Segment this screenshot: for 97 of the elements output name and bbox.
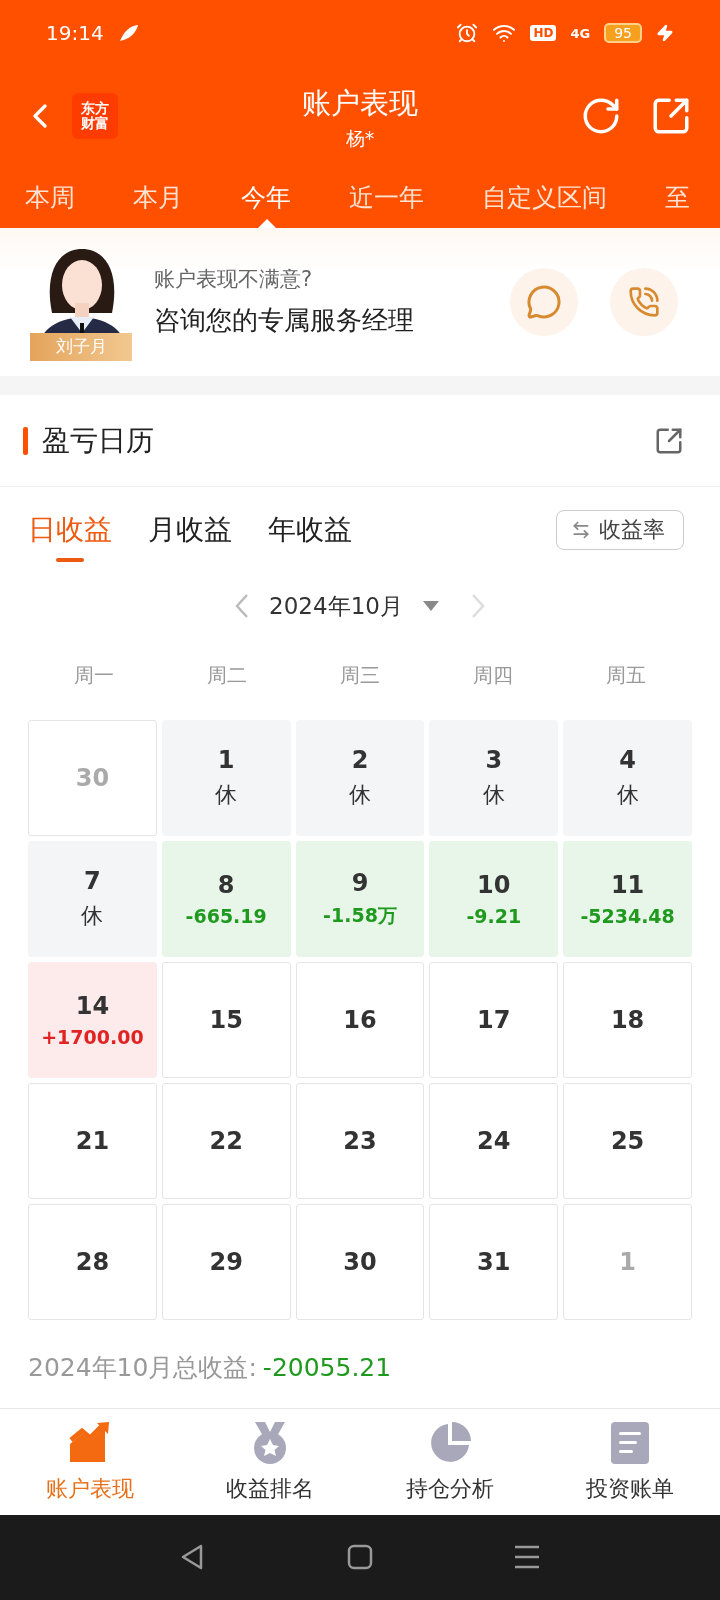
calendar-day[interactable]: 11 -5234.48 (563, 841, 692, 958)
calendar-day[interactable]: 25 (563, 1083, 692, 1200)
day-number: 17 (477, 1006, 511, 1035)
calendar-day[interactable]: 24 (429, 1083, 559, 1200)
calendar-day[interactable]: 17 (429, 962, 559, 1079)
status-time: 19:14 (46, 21, 104, 45)
calendar-day[interactable]: 2 休 (295, 720, 425, 837)
day-number: 31 (477, 1248, 511, 1277)
calendar-day[interactable]: 14 +1700.00 (28, 962, 157, 1079)
profit-tab[interactable]: 年收益 (268, 487, 352, 573)
card-title: 盈亏日历 (42, 422, 155, 459)
app-logo: 东方 财富 (72, 93, 118, 139)
chevron-left-icon (235, 593, 250, 620)
calendar-day[interactable]: 7 休 (28, 841, 157, 958)
summary-value: -20055.21 (262, 1353, 392, 1383)
day-number: 24 (477, 1127, 511, 1156)
rate-toggle-button[interactable]: 收益率 (556, 509, 684, 550)
day-number: 2 (351, 746, 369, 775)
calendar-day[interactable]: 10 -9.21 (429, 841, 559, 958)
network-indicator: 4G (570, 25, 591, 41)
calendar-day[interactable]: 30 (295, 1204, 425, 1321)
daily-profit: -1.58万 (323, 903, 397, 929)
weekday-label: 周一 (73, 661, 116, 689)
nav-tab[interactable]: 持仓分析 (360, 1408, 540, 1515)
day-number: 18 (610, 1006, 645, 1035)
holiday-label: 休 (482, 781, 505, 810)
share-button[interactable] (654, 425, 684, 456)
profit-tab[interactable]: 月收益 (148, 487, 232, 573)
alarm-icon (456, 22, 479, 44)
day-number: 30 (343, 1248, 377, 1277)
calendar-day[interactable]: 15 (161, 962, 291, 1079)
calendar-day[interactable]: 4 休 (563, 720, 692, 837)
calendar-day[interactable]: 3 休 (429, 720, 559, 837)
daily-profit: -665.19 (185, 905, 267, 928)
calendar-day[interactable]: 23 (295, 1083, 425, 1200)
day-number: 16 (343, 1006, 377, 1035)
day-number: 14 (75, 992, 110, 1021)
weekday-label: 周四 (471, 661, 514, 689)
page-title: 账户表现 (302, 85, 418, 122)
chat-bubble-icon (526, 283, 562, 320)
home-icon[interactable] (347, 1544, 373, 1571)
phone-icon (628, 285, 660, 318)
calendar-day[interactable]: 8 -665.19 (161, 841, 291, 958)
daily-profit: -9.21 (466, 905, 522, 928)
day-number: 29 (209, 1248, 243, 1277)
weekday-label: 周二 (206, 661, 249, 689)
day-number: 28 (75, 1248, 110, 1277)
calendar-day[interactable]: 18 (563, 962, 692, 1079)
advisor-name: 刘子月 (30, 332, 132, 361)
daily-profit: -5234.48 (580, 905, 675, 928)
nav-tab[interactable]: 投资账单 (540, 1408, 720, 1515)
day-number: 11 (610, 871, 645, 900)
swap-arrows-icon (571, 519, 591, 540)
calendar-day[interactable]: 28 (28, 1204, 157, 1321)
nav-tab[interactable]: 收益排名 (180, 1408, 360, 1515)
battery-level: 95 (604, 23, 642, 43)
calendar-day[interactable]: 22 (161, 1083, 291, 1200)
weekday-label: 周三 (339, 661, 381, 689)
weekday-label: 周五 (604, 661, 647, 689)
accent-bar (23, 426, 28, 455)
calendar-day[interactable]: 9 -1.58万 (295, 841, 425, 958)
summary-label: 2024年10月总收益: (28, 1352, 257, 1385)
previous-month-button[interactable] (235, 593, 250, 620)
day-number: 3 (485, 746, 503, 775)
holiday-label: 休 (349, 781, 371, 810)
calendar-day[interactable]: 29 (161, 1204, 291, 1321)
hd-indicator: HD (530, 25, 557, 41)
day-number: 9 (351, 869, 369, 898)
calendar-day[interactable]: 1 休 (161, 720, 291, 837)
month-label: 2024年10月 (269, 591, 403, 621)
holiday-label: 休 (81, 902, 104, 931)
menu-icon[interactable] (513, 1544, 541, 1571)
calendar-day[interactable]: 21 (28, 1083, 157, 1200)
holiday-label: 休 (616, 781, 639, 810)
day-number: 15 (209, 1006, 243, 1035)
day-number: 30 (75, 764, 110, 793)
advisor-prompt: 咨询您的专属服务经理 (154, 304, 415, 338)
account-name: 杨* (345, 126, 375, 151)
dropdown-caret-icon[interactable] (422, 601, 439, 612)
day-number: 4 (619, 746, 636, 775)
holiday-label: 休 (215, 781, 238, 810)
day-number: 1 (217, 746, 235, 775)
charging-icon (656, 24, 674, 42)
chevron-right-icon (470, 593, 485, 620)
feather-icon (117, 23, 140, 43)
day-number: 8 (217, 871, 235, 900)
day-number: 1 (619, 1248, 636, 1277)
day-number: 7 (84, 867, 101, 896)
day-number: 21 (75, 1127, 110, 1156)
calendar-day[interactable]: 16 (295, 962, 425, 1079)
day-number: 25 (610, 1127, 645, 1156)
daily-profit: +1700.00 (41, 1026, 144, 1049)
day-number: 10 (477, 871, 511, 900)
day-number: 23 (343, 1127, 377, 1156)
calendar-day[interactable]: 31 (429, 1204, 559, 1321)
day-number: 22 (209, 1127, 243, 1156)
advisor-question: 账户表现不满意? (154, 266, 314, 294)
